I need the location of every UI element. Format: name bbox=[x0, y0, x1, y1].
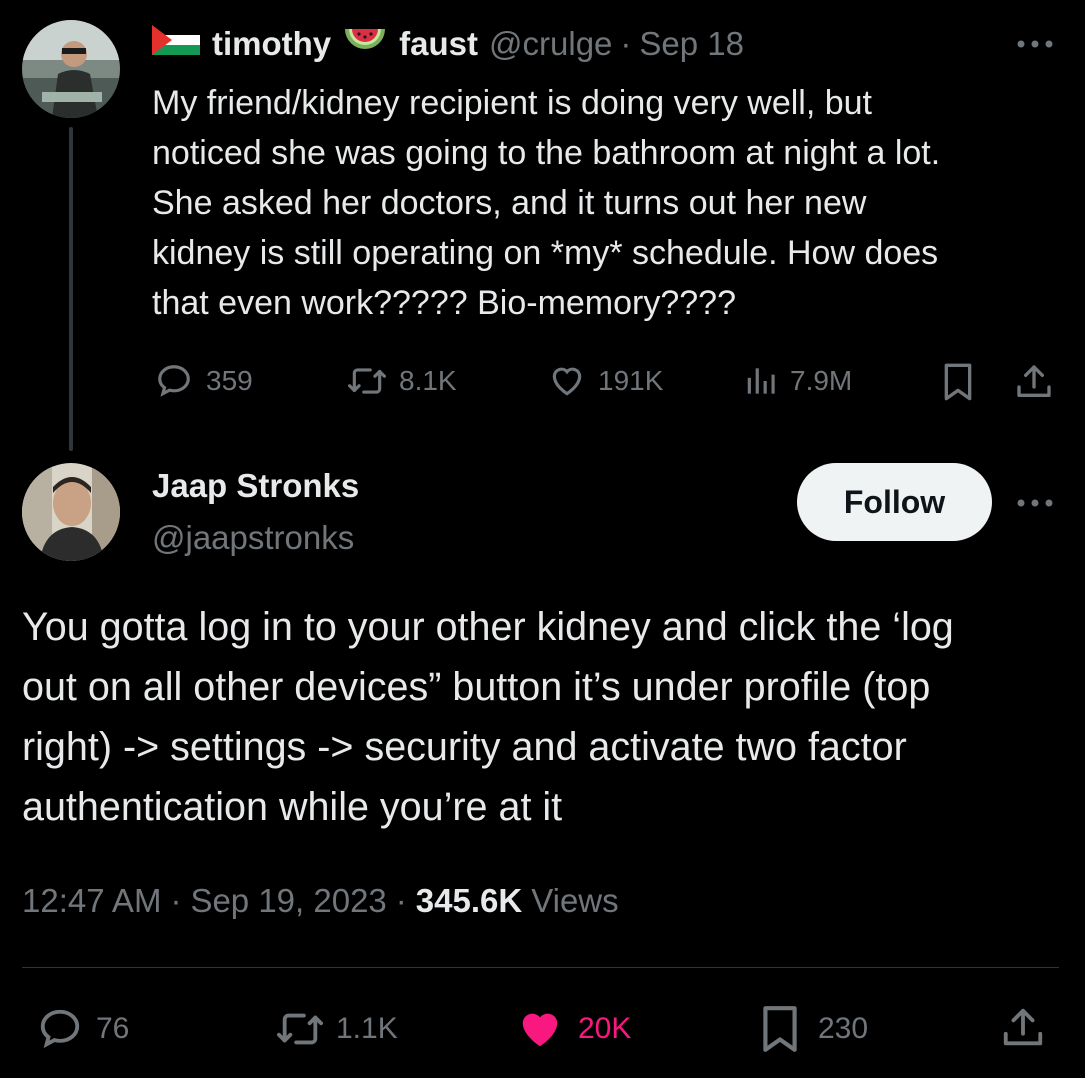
main-views-label: Views bbox=[531, 882, 619, 919]
parent-display-name-second[interactable]: faust bbox=[399, 25, 478, 63]
like-icon bbox=[546, 362, 588, 400]
parent-like-button[interactable]: 191K bbox=[546, 362, 663, 400]
main-time[interactable]: 12:47 AM bbox=[22, 882, 161, 920]
parent-header: timothy faust @crulge · Sep 18 bbox=[152, 24, 744, 64]
main-repost-count: 1.1K bbox=[336, 1012, 398, 1045]
thread-line bbox=[69, 127, 73, 451]
main-share-button[interactable] bbox=[1000, 1004, 1046, 1052]
parent-share-button[interactable] bbox=[1014, 362, 1054, 402]
avatar-jaap[interactable] bbox=[22, 463, 120, 561]
palestine-flag-icon bbox=[152, 25, 200, 63]
main-views-count[interactable]: 345.6K bbox=[416, 882, 522, 920]
main-separator: · bbox=[395, 882, 407, 919]
main-text-line: out on all other devices” button it’s un… bbox=[22, 665, 931, 709]
main-timestamp-row: 12:47 AM · Sep 19, 2023 · 345.6K Views bbox=[22, 882, 619, 920]
reply-icon bbox=[34, 1006, 86, 1052]
parent-views-count: 7.9M bbox=[790, 365, 853, 396]
avatar-timothy[interactable] bbox=[22, 20, 120, 118]
repost-icon bbox=[343, 362, 391, 400]
parent-like-count: 191K bbox=[598, 365, 664, 396]
repost-icon bbox=[272, 1006, 328, 1052]
parent-date[interactable]: Sep 18 bbox=[639, 25, 744, 63]
parent-text-line: kidney is still operating on *my* schedu… bbox=[152, 234, 939, 272]
main-like-count: 20K bbox=[578, 1012, 632, 1045]
parent-tweet-text: My friend/kidney recipient is doing very… bbox=[152, 78, 940, 328]
main-display-name[interactable]: Jaap Stronks bbox=[152, 467, 359, 505]
share-icon bbox=[1000, 1004, 1046, 1052]
parent-reply-count: 359 bbox=[206, 365, 253, 396]
bookmark-icon bbox=[758, 1004, 802, 1054]
main-more-icon[interactable] bbox=[1015, 495, 1055, 516]
main-date[interactable]: Sep 19, 2023 bbox=[190, 882, 386, 920]
main-text-line: authentication while you’re at it bbox=[22, 785, 563, 829]
main-tweet-text: You gotta log in to your other kidney an… bbox=[22, 597, 954, 837]
parent-text-line: noticed she was going to the bathroom at… bbox=[152, 134, 941, 172]
divider bbox=[22, 967, 1059, 968]
parent-display-name-first[interactable]: timothy bbox=[212, 25, 331, 63]
parent-more-icon[interactable] bbox=[1015, 36, 1055, 57]
parent-reply-button[interactable]: 359 bbox=[152, 362, 253, 400]
parent-repost-button[interactable]: 8.1K bbox=[343, 362, 457, 400]
watermelon-icon bbox=[343, 25, 387, 63]
parent-separator: · bbox=[620, 25, 632, 62]
reply-icon bbox=[152, 362, 196, 400]
parent-text-line: She asked her doctors, and it turns out … bbox=[152, 184, 867, 222]
main-reply-count: 76 bbox=[96, 1012, 130, 1045]
main-handle[interactable]: @jaapstronks bbox=[152, 519, 354, 557]
parent-text-line: My friend/kidney recipient is doing very… bbox=[152, 84, 872, 122]
main-repost-button[interactable]: 1.1K bbox=[272, 1006, 398, 1052]
like-filled-icon bbox=[514, 1006, 566, 1052]
parent-repost-count: 8.1K bbox=[399, 365, 457, 396]
parent-bookmark-button[interactable] bbox=[940, 362, 976, 402]
main-bookmark-count: 230 bbox=[818, 1012, 869, 1045]
main-text-line: right) -> settings -> security and activ… bbox=[22, 725, 907, 769]
main-reply-button[interactable]: 76 bbox=[34, 1006, 129, 1052]
bookmark-icon bbox=[940, 362, 976, 402]
share-icon bbox=[1014, 362, 1054, 402]
parent-text-line: that even work????? Bio-memory???? bbox=[152, 284, 736, 322]
follow-button[interactable]: Follow bbox=[797, 463, 992, 541]
main-like-button[interactable]: 20K bbox=[514, 1006, 631, 1052]
views-icon bbox=[744, 362, 780, 400]
parent-handle[interactable]: @crulge bbox=[489, 25, 612, 63]
main-bookmark-button[interactable]: 230 bbox=[758, 1004, 868, 1054]
parent-views-button[interactable]: 7.9M bbox=[744, 362, 852, 400]
main-text-line: You gotta log in to your other kidney an… bbox=[22, 605, 954, 649]
main-separator: · bbox=[170, 882, 182, 919]
